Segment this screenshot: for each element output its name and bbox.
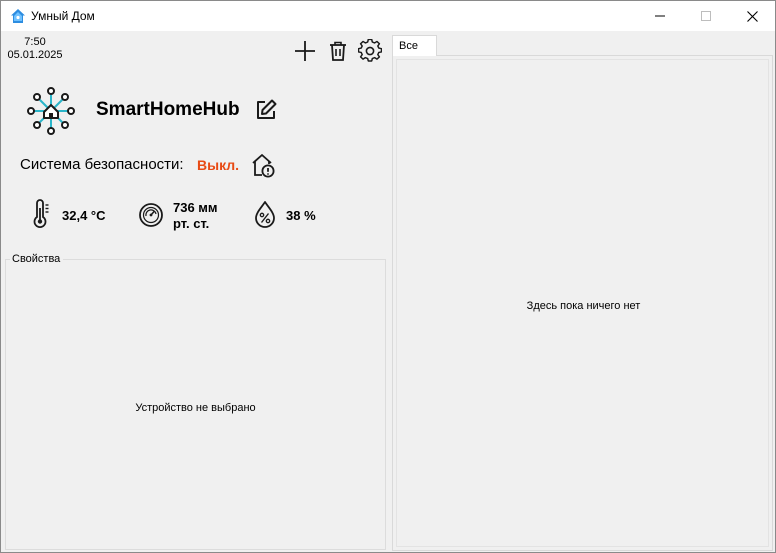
maximize-button[interactable]	[683, 1, 729, 31]
title-bar[interactable]: Умный Дом	[1, 1, 775, 31]
no-device-message: Устройство не выбрано	[135, 402, 256, 414]
edit-icon[interactable]	[254, 98, 278, 122]
temperature-value: 32,4 °C	[62, 208, 106, 223]
device-tabs: Здесь пока ничего нет Все	[392, 35, 773, 551]
minimize-icon	[655, 15, 665, 17]
gear-icon[interactable]	[358, 39, 382, 63]
pressure-value: 736 мм рт. ст.	[173, 200, 233, 232]
humidity-icon	[255, 201, 275, 228]
security-status: Выкл.	[197, 157, 240, 173]
minimize-button[interactable]	[637, 1, 683, 31]
app-home-icon	[11, 9, 25, 23]
barometer-icon	[139, 203, 163, 227]
tab-page-all: Здесь пока ничего нет	[392, 55, 773, 551]
properties-title: Свойства	[10, 253, 64, 265]
clock: 7:50 05.01.2025	[7, 36, 63, 62]
window-title: Умный Дом	[31, 9, 95, 23]
close-icon	[746, 10, 758, 22]
app-window: Умный Дом 7:50 05.01.2025 SmartHomeHub С…	[0, 0, 776, 553]
close-button[interactable]	[729, 1, 775, 31]
home-alert-icon[interactable]	[249, 151, 277, 179]
trash-icon[interactable]	[326, 39, 350, 63]
pressure-value-line1: 736 мм	[173, 200, 218, 215]
empty-list-message: Здесь пока ничего нет	[526, 300, 641, 312]
clock-date: 05.01.2025	[7, 49, 63, 61]
pressure-value-line2: рт. ст.	[173, 216, 210, 231]
maximize-icon	[701, 11, 711, 21]
device-list: Здесь пока ничего нет	[396, 59, 769, 547]
smart-home-hub-icon	[27, 87, 75, 135]
tab-all[interactable]: Все	[392, 35, 437, 56]
thermometer-icon	[33, 199, 49, 228]
humidity-value: 38 %	[286, 208, 316, 223]
clock-time: 7:50	[24, 36, 46, 48]
hub-name: SmartHomeHub	[96, 99, 240, 120]
plus-icon[interactable]	[293, 39, 317, 63]
security-label: Система безопасности:	[20, 156, 184, 173]
